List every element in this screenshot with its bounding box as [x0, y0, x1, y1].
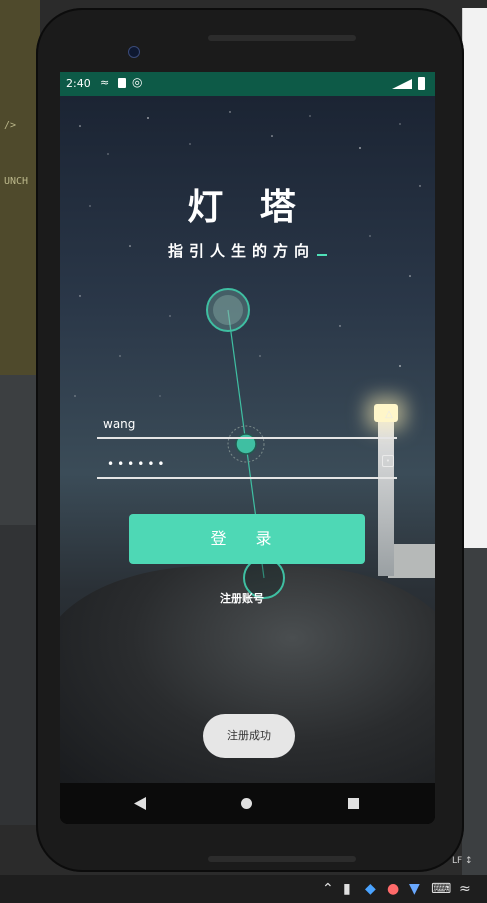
status-time: 2:40: [66, 77, 91, 90]
top-speaker: [208, 35, 356, 41]
sd-card-icon: [118, 78, 126, 88]
app-subtitle: 指引人生的方向: [60, 240, 435, 261]
home-circle-icon[interactable]: [241, 798, 252, 809]
wifi-icon: ≈: [100, 76, 110, 89]
ide-code-line: UNCH: [4, 176, 29, 187]
ide-panel: [0, 375, 40, 525]
keyboard-icon[interactable]: ⌨: [431, 880, 451, 898]
password-input[interactable]: [97, 451, 397, 479]
ide-code-line: />: [4, 120, 17, 131]
app-title: 灯 塔: [187, 186, 308, 228]
battery-icon: [418, 77, 425, 90]
back-triangle-icon[interactable]: [134, 797, 146, 810]
ide-side-panel: [462, 8, 487, 548]
ide-side-panel-dark: [462, 548, 487, 875]
status-bar: 2:40 ≈ ◎: [60, 72, 435, 96]
ide-panel: [0, 525, 40, 825]
bottom-speaker: [208, 856, 356, 862]
navigation-bar: [60, 783, 435, 824]
login-button[interactable]: 登 录: [129, 514, 365, 564]
chevron-up-icon[interactable]: ⌃: [322, 880, 334, 898]
signal-icon: [392, 79, 412, 89]
line-ending-indicator[interactable]: LF ↕: [452, 856, 473, 866]
register-link[interactable]: 注册账号: [220, 590, 264, 606]
wifi-tray-icon[interactable]: ≈: [459, 880, 471, 898]
microphone-icon[interactable]: ▮: [343, 880, 351, 898]
phone-screen: 2:40 ≈ ◎ 灯 塔 指引人生的方向 wang △ •••••• • 登 录…: [60, 72, 435, 824]
lock-icon: •: [382, 455, 394, 467]
cursor-underscore: [317, 254, 327, 256]
user-icon: △: [385, 409, 393, 420]
toast-message: 注册成功: [203, 714, 295, 758]
subtitle-text: 指引人生的方向: [167, 242, 315, 260]
shield-icon[interactable]: ▼: [409, 880, 420, 898]
sync-icon: ◎: [132, 75, 143, 89]
app-tray-icon[interactable]: ●: [387, 880, 399, 898]
ide-editor-gutter: /> UNCH: [0, 0, 40, 375]
network-icon[interactable]: ◆: [365, 880, 376, 898]
windows-taskbar: ⌃ ▮ ◆ ● ▼ ⌨ ≈: [0, 875, 487, 903]
username-input[interactable]: [97, 411, 397, 439]
recents-square-icon[interactable]: [348, 798, 359, 809]
front-camera: [128, 46, 140, 58]
login-screen: 灯 塔 指引人生的方向 △ • 登 录 注册账号 注册成功: [60, 96, 435, 783]
